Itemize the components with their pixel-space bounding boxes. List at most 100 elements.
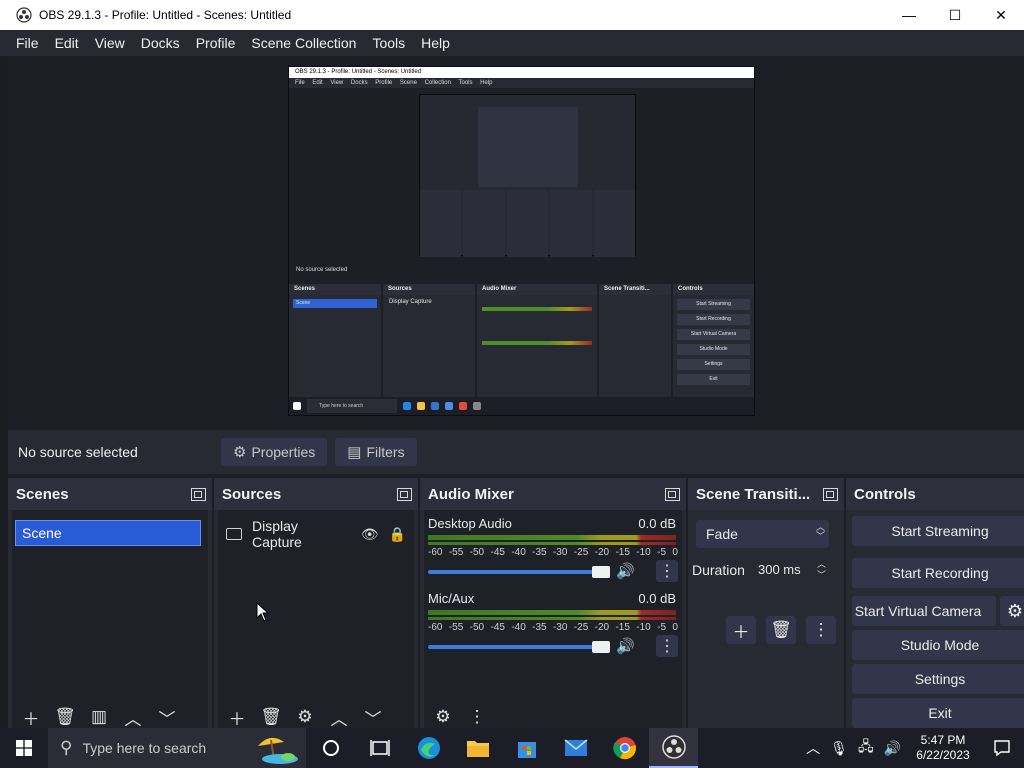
channel-menu-button[interactable]: ⋮	[656, 635, 678, 657]
add-transition-button[interactable]: ＋	[726, 616, 756, 644]
gear-icon: ⚙	[233, 444, 247, 461]
menu-docks[interactable]: Docks	[133, 35, 188, 51]
menu-help[interactable]: Help	[413, 35, 458, 51]
mouse-cursor-icon	[256, 602, 270, 622]
channel-db: 0.0 dB	[638, 516, 676, 531]
move-scene-down-button[interactable]: ﹀	[152, 705, 182, 729]
start-button[interactable]	[0, 728, 48, 768]
move-source-up-button[interactable]: ︿	[324, 705, 354, 729]
eye-icon[interactable]: 👁	[361, 526, 379, 543]
obs-app[interactable]	[649, 728, 698, 768]
chevron-up-icon: ︿	[124, 709, 142, 729]
remove-transition-button[interactable]: 🗑	[766, 616, 796, 644]
preview-search: Type here to search	[307, 399, 397, 413]
scale-tick: -55	[448, 622, 464, 633]
filters-button[interactable]: ▤ Filters	[335, 438, 417, 466]
volume-icon[interactable]: 🔊	[884, 740, 901, 757]
undock-icon[interactable]	[823, 487, 838, 501]
edge-app[interactable]	[404, 728, 453, 768]
undock-icon[interactable]	[665, 487, 680, 501]
task-view-button[interactable]	[355, 728, 404, 768]
store-app[interactable]	[502, 728, 551, 768]
preview-canvas[interactable]: OBS 29.1.3 - Profile: Untitled - Scenes:…	[288, 66, 755, 416]
properties-button[interactable]: ⚙ Properties	[221, 438, 328, 466]
search-icon: ⚲	[60, 738, 73, 757]
menu-edit[interactable]: Edit	[47, 35, 87, 51]
add-source-button[interactable]: ＋	[222, 705, 252, 729]
volume-slider[interactable]	[428, 645, 608, 649]
studio-mode-button[interactable]: Studio Mode	[852, 630, 1024, 660]
filter-icon: ▤	[347, 444, 362, 461]
gear-icon: ⚙	[1006, 600, 1024, 621]
volume-slider[interactable]	[428, 570, 608, 574]
maximize-button[interactable]: ☐	[932, 0, 978, 30]
scenes-title: Scenes	[16, 485, 69, 503]
remove-scene-button[interactable]: 🗑	[50, 705, 80, 729]
transition-menu-button[interactable]: ⋮	[806, 616, 836, 644]
spin-arrows-icon[interactable]: ︿ ﹀	[817, 559, 826, 581]
obs-logo-icon	[16, 7, 32, 23]
menu-tools[interactable]: Tools	[364, 35, 413, 51]
scale-tick: -35	[532, 622, 547, 633]
volume-meter	[428, 542, 676, 545]
virtual-camera-settings-button[interactable]: ⚙	[1000, 596, 1024, 626]
close-button[interactable]: ✕	[978, 0, 1024, 30]
undock-icon[interactable]	[397, 487, 412, 501]
advanced-audio-button[interactable]: ⚙	[428, 705, 458, 729]
cortana-button[interactable]	[306, 728, 355, 768]
exit-button[interactable]: Exit	[852, 698, 1024, 728]
preview-menu: File Edit View Docks Profile Scene Colle…	[289, 78, 754, 88]
add-scene-button[interactable]: ＋	[16, 705, 46, 729]
source-list-item[interactable]: Display Capture 👁 🔒	[226, 518, 406, 550]
volume-slider-handle[interactable]	[592, 566, 610, 578]
scale-tick: -25	[573, 622, 589, 633]
scale-tick: -55	[448, 547, 464, 558]
scene-list-item[interactable]: Scene	[15, 520, 201, 546]
lock-icon[interactable]: 🔒	[389, 526, 406, 543]
source-toolbar: No source selected ⚙ Properties ▤ Filter…	[8, 430, 1024, 474]
duration-spinbox[interactable]: 300 ms ︿ ﹀	[752, 556, 829, 584]
start-streaming-button[interactable]: Start Streaming	[852, 516, 1024, 546]
chevron-up-icon[interactable]: ︿	[806, 738, 820, 758]
scenes-list[interactable]: Scene	[12, 510, 208, 730]
menu-scene-collection[interactable]: Scene Collection	[243, 35, 364, 51]
preview-chrome-icon	[459, 402, 467, 410]
mixer-menu-button[interactable]: ⋮	[462, 705, 492, 729]
scene-filters-button[interactable]: ▥	[84, 705, 114, 729]
trash-icon: 🗑	[770, 620, 792, 639]
notifications-button[interactable]	[980, 739, 1024, 757]
channel-menu-button[interactable]: ⋮	[656, 560, 678, 582]
minimize-button[interactable]: —	[886, 0, 932, 30]
scene-transitions-dock: Scene Transiti... Fade ︿ ﹀ Duration 300 m…	[688, 478, 844, 730]
move-source-down-button[interactable]: ﹀	[358, 705, 388, 729]
start-recording-button[interactable]: Start Recording	[852, 558, 1024, 588]
speaker-icon[interactable]: 🔊	[616, 637, 635, 655]
plus-icon: ＋	[228, 709, 246, 729]
menu-profile[interactable]: Profile	[188, 35, 244, 51]
controls-body: Start Streaming Start Recording Start Vi…	[846, 510, 1024, 730]
volume-slider-handle[interactable]	[592, 641, 610, 653]
undock-icon[interactable]	[191, 487, 206, 501]
plus-icon: ＋	[732, 622, 750, 642]
remove-source-button[interactable]: 🗑	[256, 705, 286, 729]
microphone-icon[interactable]: 🎙	[830, 740, 848, 757]
start-virtual-camera-button[interactable]: Start Virtual Camera	[852, 596, 996, 626]
menu-file[interactable]: File	[8, 35, 47, 51]
preview-meter	[482, 341, 592, 345]
sources-list[interactable]: Display Capture 👁 🔒	[218, 510, 414, 730]
source-properties-button[interactable]: ⚙	[290, 705, 320, 729]
transition-select[interactable]: Fade ︿ ﹀	[696, 520, 829, 548]
taskbar-search[interactable]: ⚲ Type here to search	[48, 728, 306, 768]
scale-tick: -60	[428, 622, 443, 633]
settings-button[interactable]: Settings	[852, 664, 1024, 694]
speaker-icon[interactable]: 🔊	[616, 562, 635, 580]
updown-icon: ︿ ﹀	[815, 522, 825, 541]
network-icon[interactable]: 🖧	[858, 736, 874, 760]
clock[interactable]: 5:47 PM 6/22/2023	[906, 733, 980, 763]
preview-area[interactable]: OBS 29.1.3 - Profile: Untitled - Scenes:…	[8, 56, 1024, 430]
file-explorer-app[interactable]	[453, 728, 502, 768]
menu-view[interactable]: View	[87, 35, 133, 51]
move-scene-up-button[interactable]: ︿	[118, 705, 148, 729]
chrome-app[interactable]	[600, 728, 649, 768]
mail-app[interactable]	[551, 728, 600, 768]
